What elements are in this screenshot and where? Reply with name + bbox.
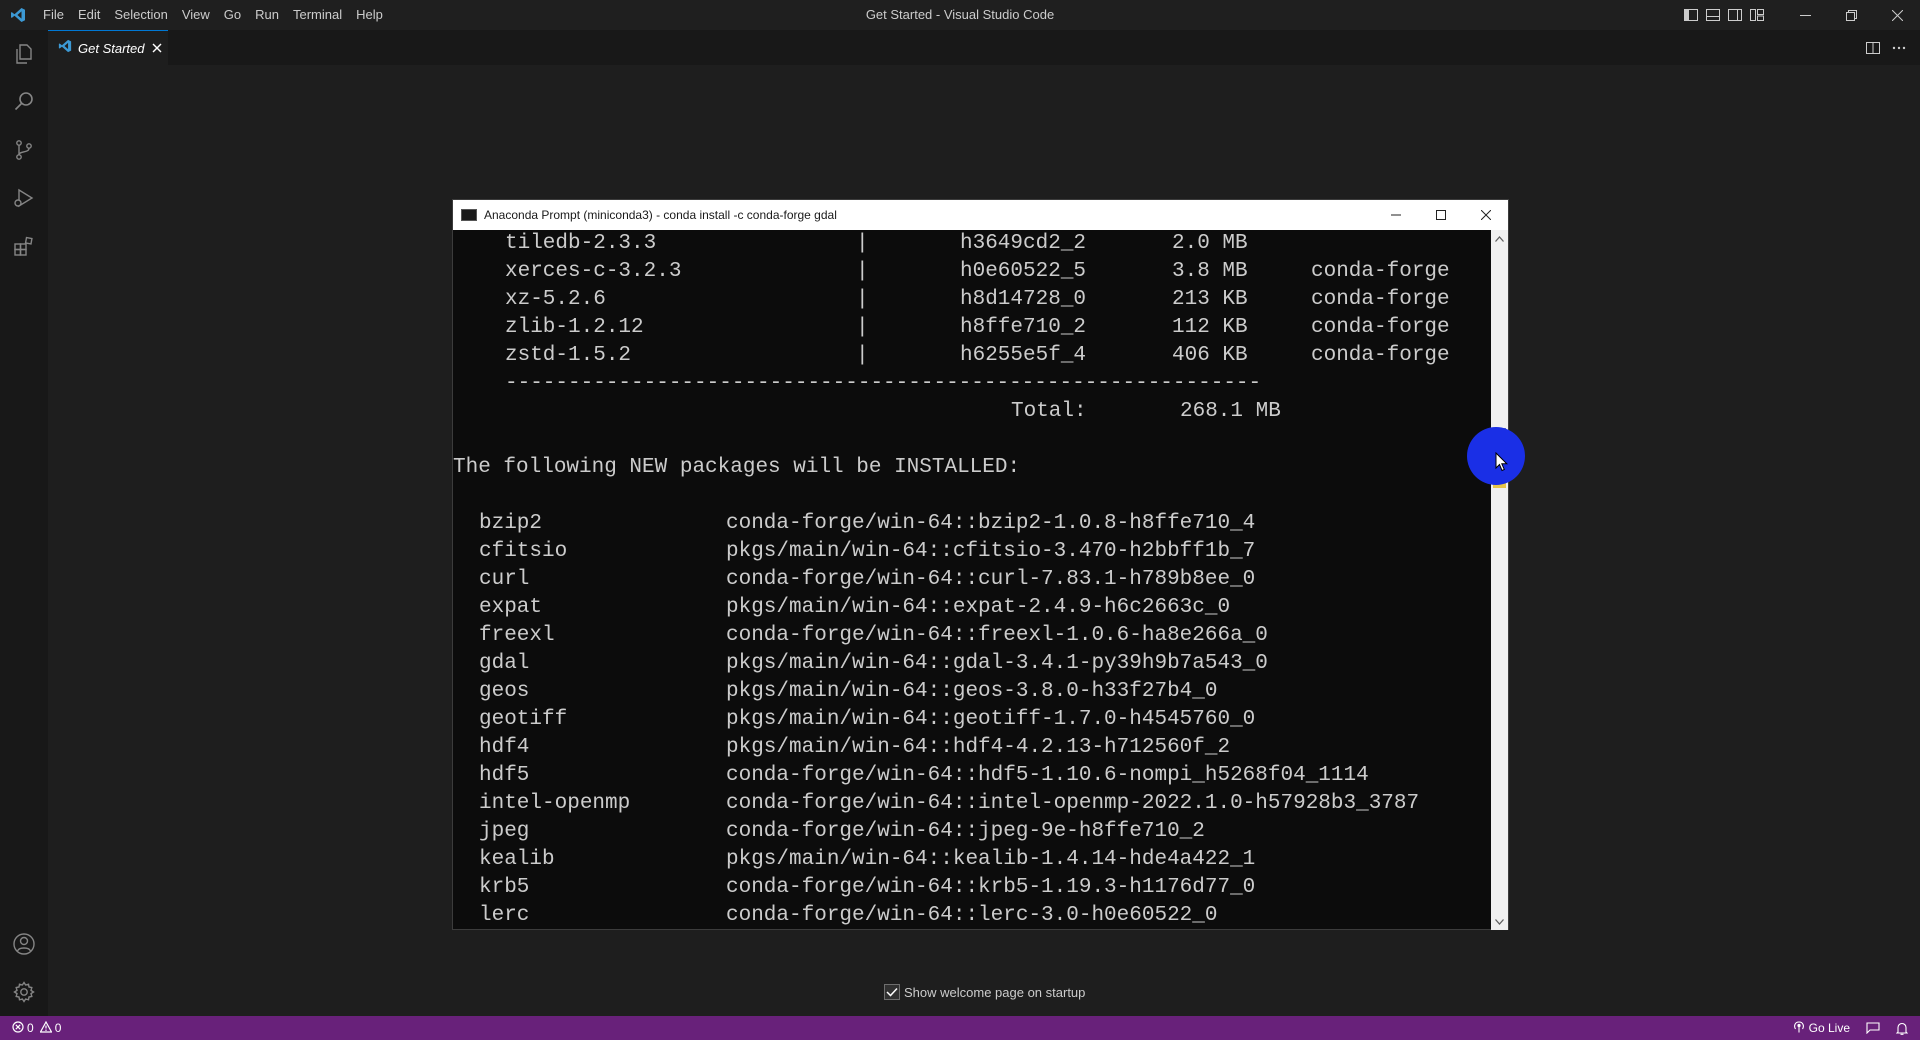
list-item: krb5 conda-forge/win-64::krb5-1.19.3-h11… [479, 876, 1256, 899]
toggle-secondary-sidebar-icon[interactable] [1724, 0, 1746, 30]
terminal-output[interactable]: tiledb-2.3.3 | h3649cd2_2 2.0 MB xerces-… [453, 230, 1493, 930]
terminal-title-bar: Anaconda Prompt (miniconda3) - conda ins… [453, 200, 1508, 230]
list-item: geotiff pkgs/main/win-64::geotiff-1.7.0-… [479, 708, 1256, 731]
error-count: 0 [27, 1021, 34, 1035]
title-bar: File Edit Selection View Go Run Terminal… [0, 0, 1920, 30]
list-item: intel-openmp conda-forge/win-64::intel-o… [479, 792, 1420, 815]
go-live-button[interactable]: Go Live [1785, 1020, 1858, 1036]
console-icon [461, 209, 477, 221]
menu-view[interactable]: View [175, 0, 217, 30]
customize-layout-icon[interactable] [1746, 0, 1768, 30]
table-row: xerces-c-3.2.3 | h0e60522_5 3.8 MB conda… [505, 260, 1450, 283]
close-window-icon[interactable] [1874, 0, 1920, 30]
menu-go[interactable]: Go [217, 0, 248, 30]
account-icon[interactable] [0, 920, 48, 968]
toggle-primary-sidebar-icon[interactable] [1680, 0, 1702, 30]
menu-edit[interactable]: Edit [71, 0, 107, 30]
run-debug-icon[interactable] [0, 174, 48, 222]
list-item: jpeg conda-forge/win-64::jpeg-9e-h8ffe71… [479, 820, 1205, 843]
source-control-icon[interactable] [0, 126, 48, 174]
list-item: freexl conda-forge/win-64::freexl-1.0.6-… [479, 624, 1268, 647]
menu-selection[interactable]: Selection [107, 0, 174, 30]
divider-line: ----------------------------------------… [505, 372, 1262, 395]
problems-status[interactable]: 0 0 [12, 1020, 62, 1036]
terminal-title: Anaconda Prompt (miniconda3) - conda ins… [484, 208, 837, 222]
menu-terminal[interactable]: Terminal [286, 0, 349, 30]
vscode-tab-icon [58, 39, 72, 58]
list-item: expat pkgs/main/win-64::expat-2.4.9-h6c2… [479, 596, 1231, 619]
warning-icon [39, 1020, 53, 1036]
menu-bar: File Edit Selection View Go Run Terminal… [36, 0, 390, 30]
scroll-down-icon[interactable] [1491, 913, 1508, 930]
list-item: kealib pkgs/main/win-64::kealib-1.4.14-h… [479, 848, 1256, 871]
list-item: hdf5 conda-forge/win-64::hdf5-1.10.6-nom… [479, 764, 1369, 787]
toggle-panel-icon[interactable] [1702, 0, 1724, 30]
anaconda-prompt-window: Anaconda Prompt (miniconda3) - conda ins… [452, 199, 1509, 930]
warning-count: 0 [54, 1021, 62, 1035]
gear-icon[interactable] [0, 968, 48, 1016]
tab-get-started[interactable]: Get Started [48, 30, 168, 65]
menu-help[interactable]: Help [349, 0, 390, 30]
terminal-scrollbar[interactable] [1491, 230, 1508, 930]
list-item: geos pkgs/main/win-64::geos-3.8.0-h33f27… [479, 680, 1218, 703]
list-item: cfitsio pkgs/main/win-64::cfitsio-3.470-… [479, 540, 1256, 563]
list-item: gdal pkgs/main/win-64::gdal-3.4.1-py39h9… [479, 652, 1268, 675]
vscode-logo-icon [0, 0, 36, 30]
table-row: zlib-1.2.12 | h8ffe710_2 112 KB conda-fo… [505, 316, 1450, 339]
feedback-icon[interactable] [1858, 1022, 1888, 1034]
minimize-window-icon[interactable] [1782, 0, 1828, 30]
welcome-checkbox[interactable] [884, 984, 900, 1000]
restore-window-icon[interactable] [1828, 0, 1874, 30]
terminal-maximize-icon[interactable] [1418, 200, 1463, 230]
mouse-pointer-icon [1495, 451, 1509, 477]
list-item: curl conda-forge/win-64::curl-7.83.1-h78… [479, 568, 1256, 591]
broadcast-icon [1793, 1020, 1805, 1036]
menu-run[interactable]: Run [248, 0, 286, 30]
list-item: hdf4 pkgs/main/win-64::hdf4-4.2.13-h7125… [479, 736, 1231, 759]
show-welcome-toggle[interactable]: Show welcome page on startup [884, 984, 1085, 1000]
search-icon[interactable] [0, 78, 48, 126]
close-icon[interactable] [152, 43, 162, 53]
list-item: bzip2 conda-forge/win-64::bzip2-1.0.8-h8… [479, 512, 1256, 535]
more-actions-icon[interactable] [1886, 30, 1912, 65]
terminal-close-icon[interactable] [1463, 200, 1508, 230]
tab-label: Get Started [78, 40, 145, 56]
table-row: zstd-1.5.2 | h6255e5f_4 406 KB conda-for… [505, 344, 1450, 367]
status-bar: 0 0 Go Live [0, 1016, 1920, 1040]
notifications-bell-icon[interactable] [1888, 1022, 1916, 1035]
new-packages-heading: The following NEW packages will be INSTA… [453, 456, 1021, 479]
table-row: tiledb-2.3.3 | h3649cd2_2 2.0 MB [505, 232, 1248, 255]
explorer-icon[interactable] [0, 30, 48, 78]
error-icon [12, 1020, 24, 1036]
extensions-icon[interactable] [0, 222, 48, 270]
list-item: lerc conda-forge/win-64::lerc-3.0-h0e605… [479, 904, 1218, 927]
welcome-checkbox-label: Show welcome page on startup [904, 984, 1086, 1000]
total-row: Total: 268.1 MB [1011, 400, 1281, 423]
terminal-minimize-icon[interactable] [1373, 200, 1418, 230]
scroll-up-icon[interactable] [1491, 230, 1508, 247]
split-editor-icon[interactable] [1860, 30, 1886, 65]
menu-file[interactable]: File [36, 0, 71, 30]
table-row: xz-5.2.6 | h8d14728_0 213 KB conda-forge [505, 288, 1450, 311]
editor-tab-bar: Get Started [48, 30, 1920, 65]
activity-bar [0, 30, 48, 1016]
